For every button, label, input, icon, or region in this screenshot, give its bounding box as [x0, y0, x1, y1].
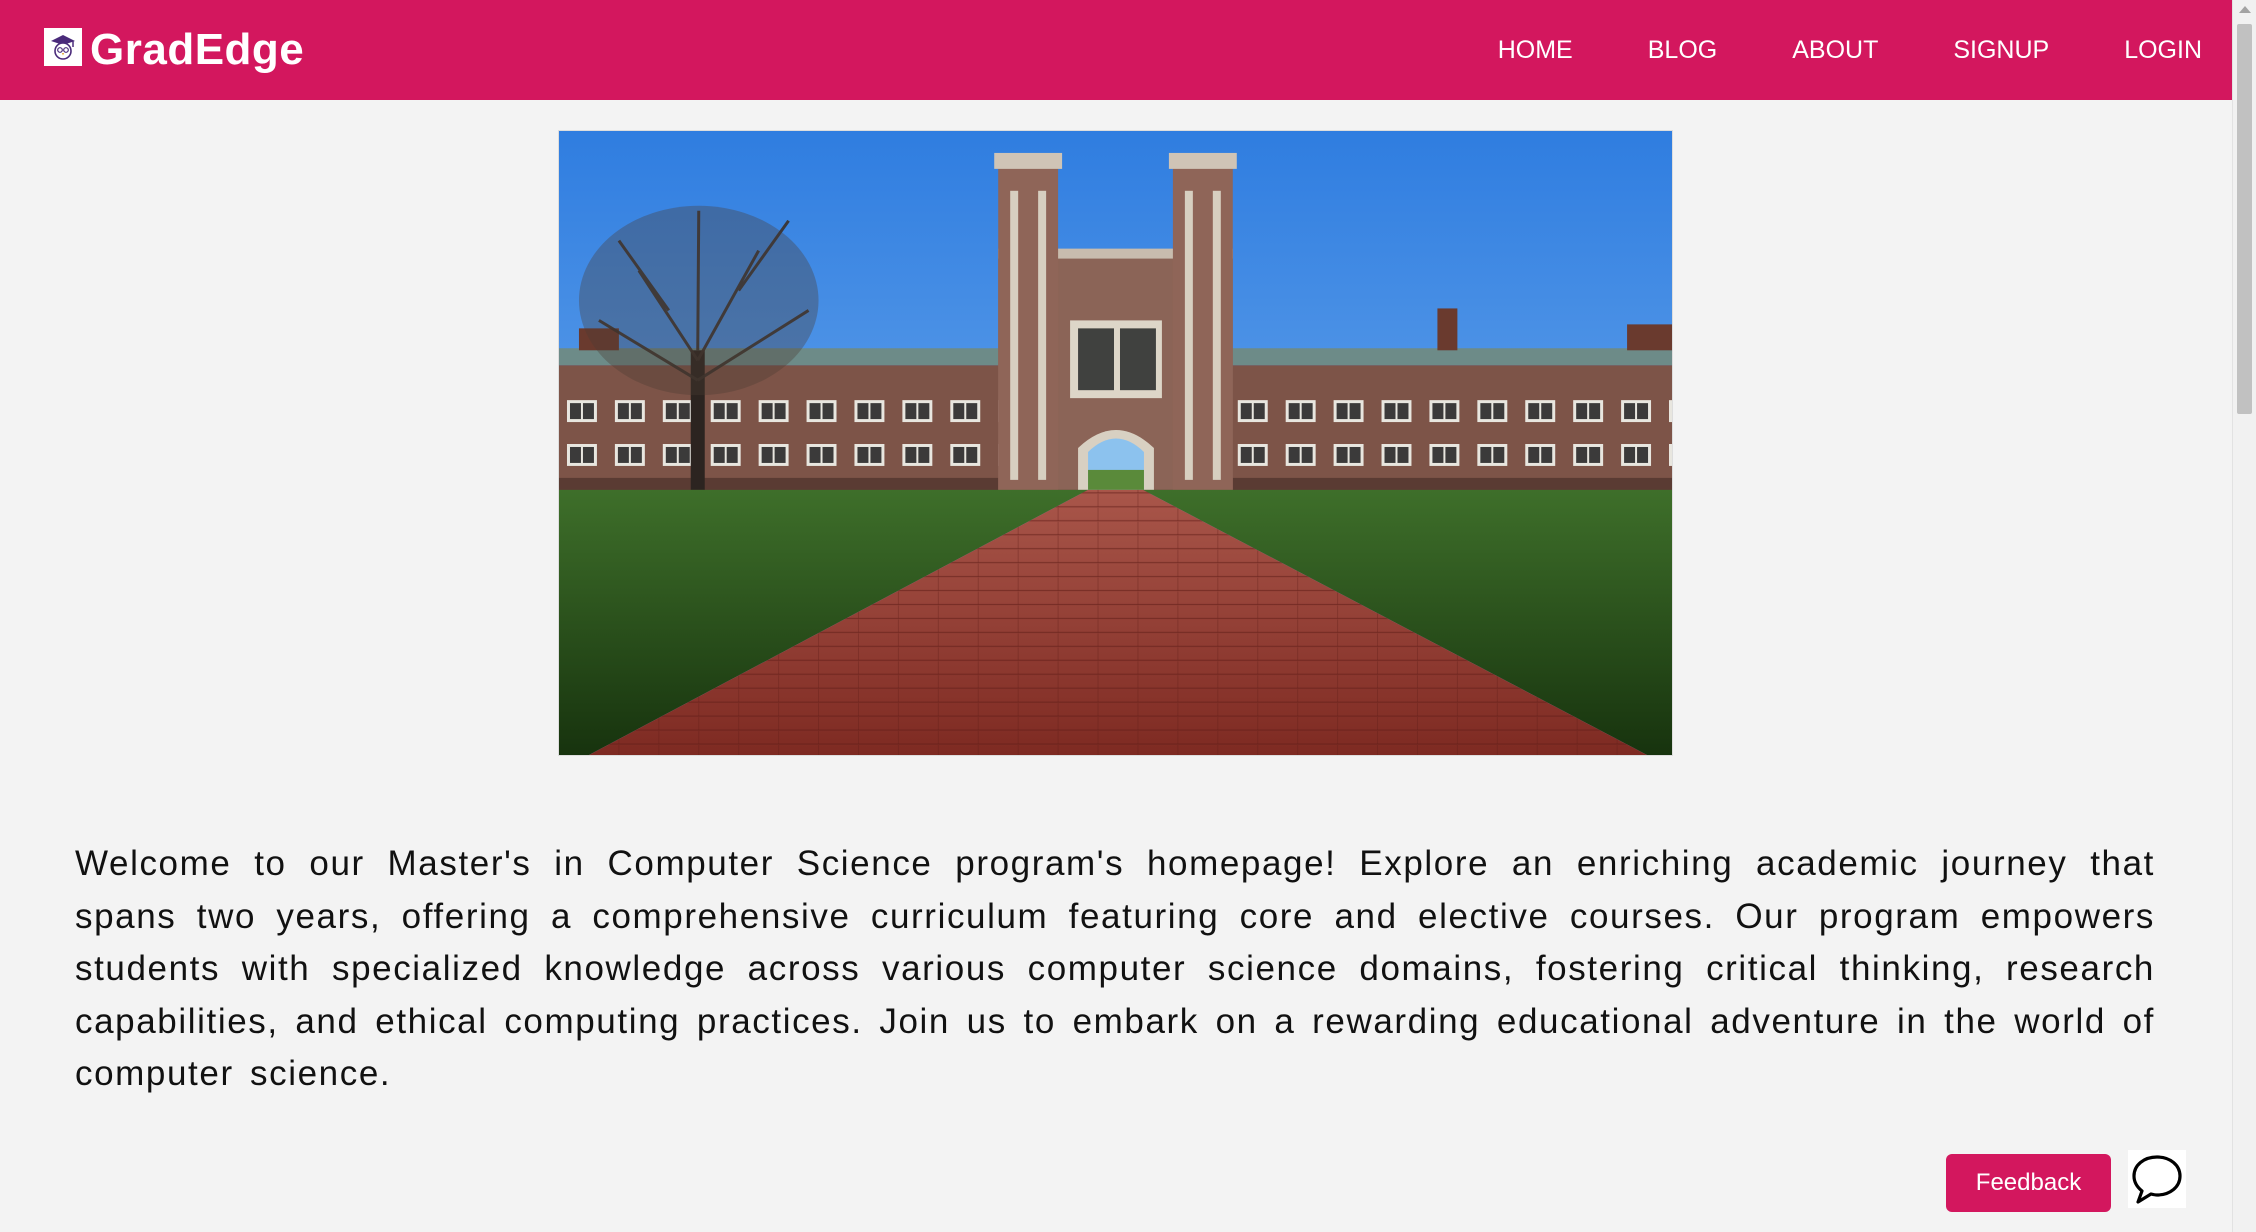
nav-signup[interactable]: SIGNUP — [1953, 36, 2049, 65]
nav-home[interactable]: HOME — [1498, 36, 1573, 65]
program-intro-text: Welcome to our Master's in Computer Scie… — [75, 844, 2155, 1093]
top-navbar: GradEdge HOME BLOG ABOUT SIGNUP LOGIN — [0, 0, 2232, 100]
main-nav: HOME BLOG ABOUT SIGNUP LOGIN — [1423, 36, 2202, 65]
nav-login[interactable]: LOGIN — [2124, 36, 2202, 65]
graduate-owl-icon — [44, 28, 82, 66]
nav-blog[interactable]: BLOG — [1648, 36, 1717, 65]
brand-name: GradEdge — [90, 25, 305, 74]
chat-bubble-icon[interactable] — [2128, 1150, 2186, 1208]
scroll-thumb[interactable] — [2237, 24, 2252, 414]
campus-building-photo — [558, 130, 1673, 756]
feedback-button[interactable]: Feedback — [1946, 1154, 2111, 1212]
brand[interactable]: GradEdge — [44, 25, 304, 75]
page-scrollbar[interactable] — [2232, 0, 2256, 1232]
nav-about[interactable]: ABOUT — [1792, 36, 1878, 65]
scroll-up-arrow-icon[interactable] — [2239, 6, 2251, 13]
